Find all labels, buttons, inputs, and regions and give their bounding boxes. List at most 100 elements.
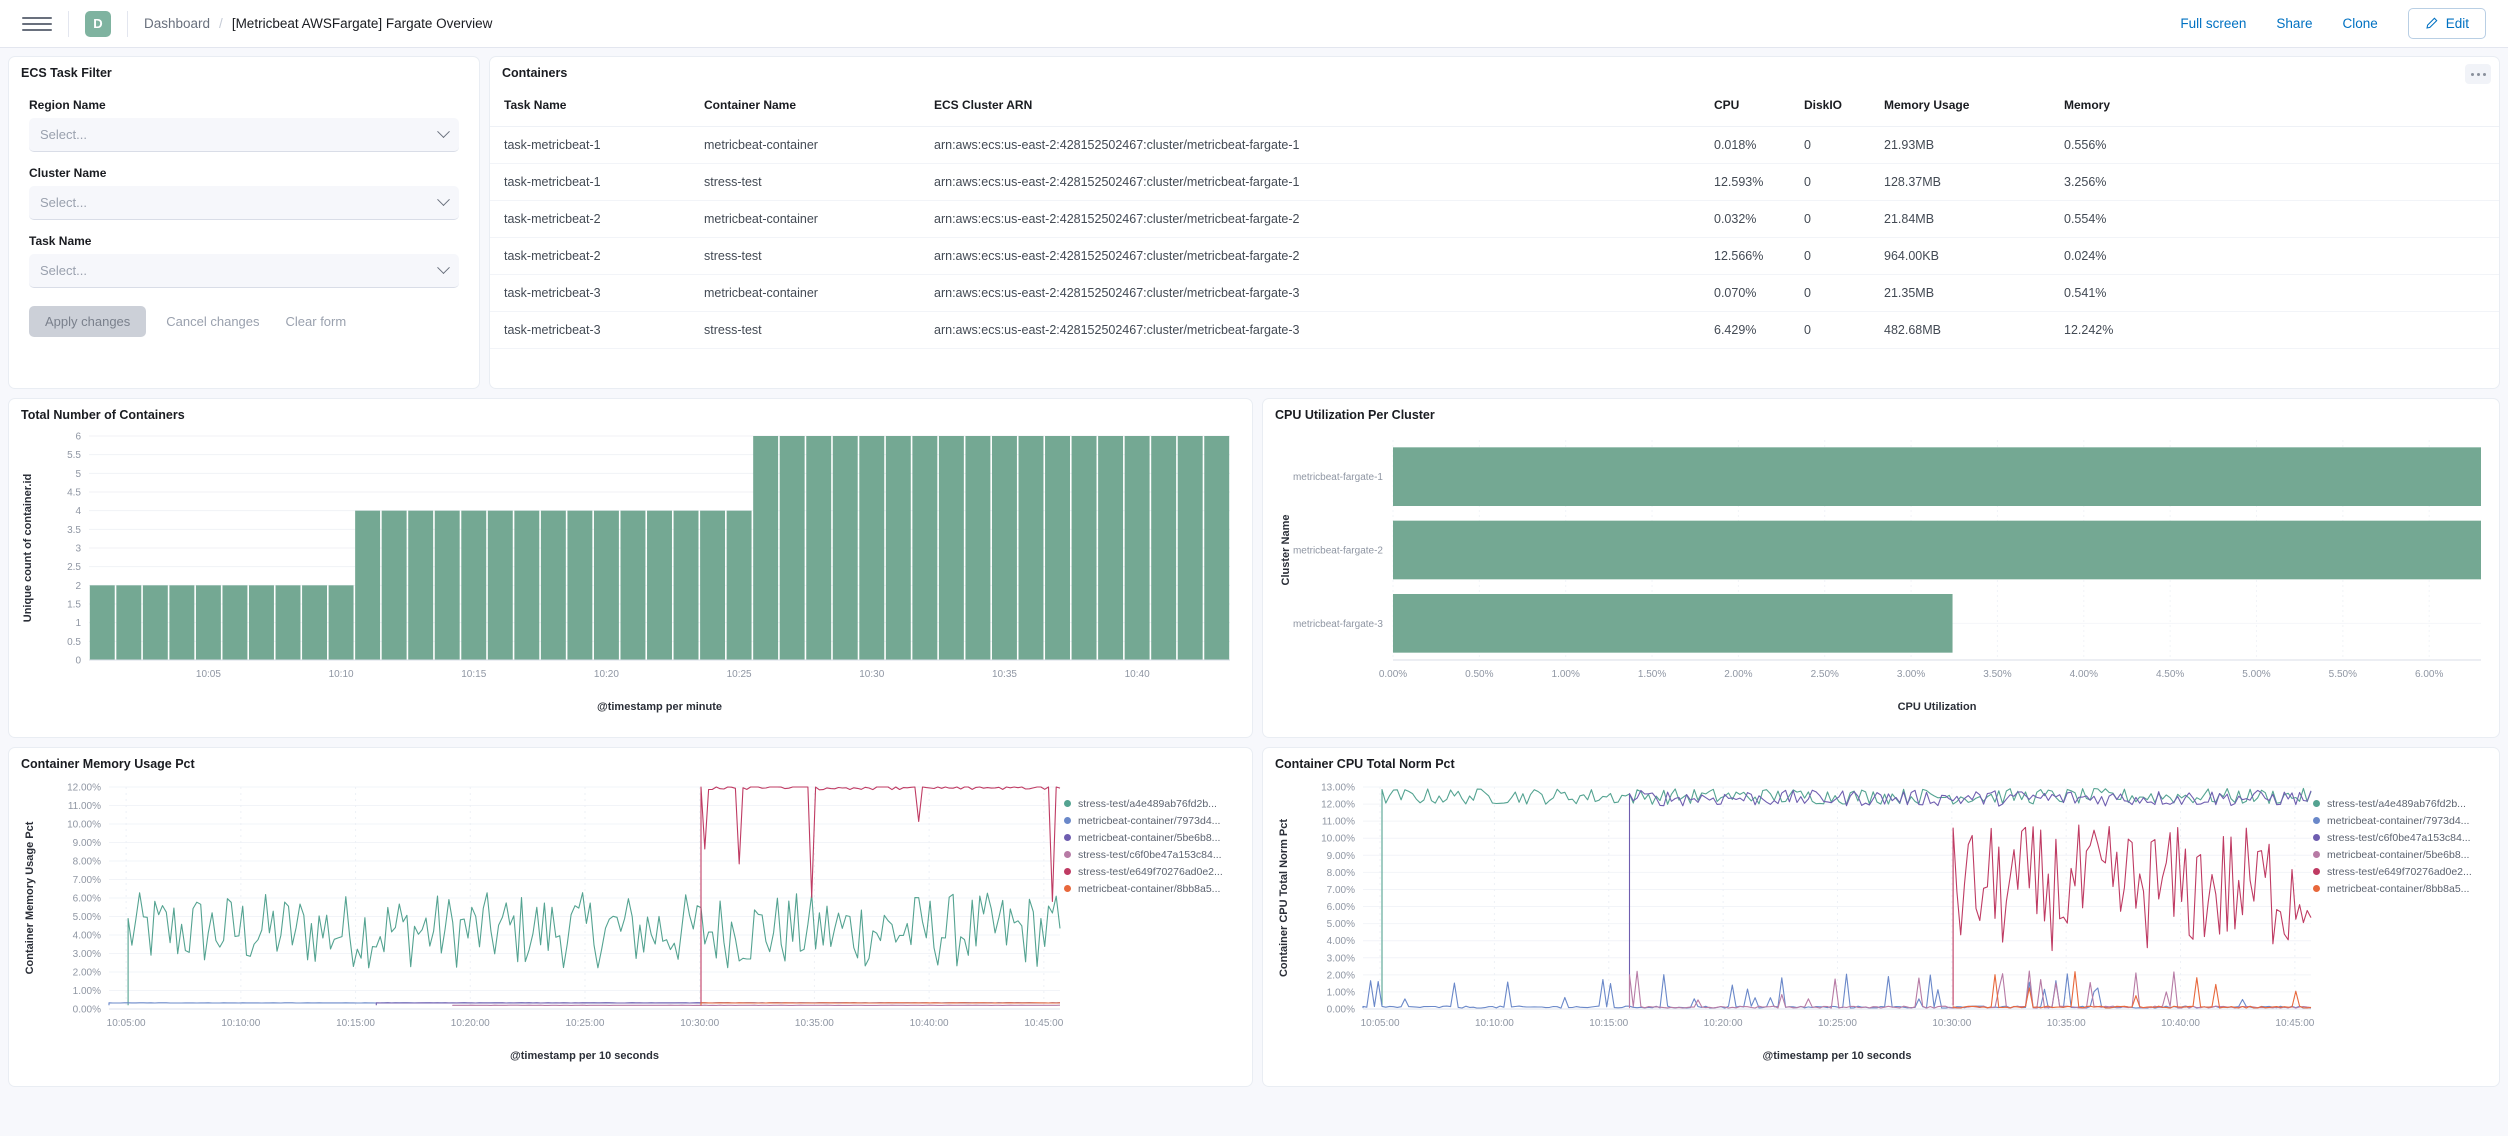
apply-changes-button[interactable]: Apply changes xyxy=(29,306,147,337)
legend-item[interactable]: metricbeat-container/8bb8a5... xyxy=(1064,880,1223,897)
svg-text:10:30: 10:30 xyxy=(859,669,884,680)
cell-diskio: 0 xyxy=(1790,163,1870,201)
legend-item[interactable]: stress-test/a4e489ab76fd2b... xyxy=(1064,795,1223,812)
total-containers-title: Total Number of Containers xyxy=(21,408,185,422)
app-badge[interactable]: D xyxy=(85,10,111,37)
svg-text:10:20:00: 10:20:00 xyxy=(451,1018,490,1029)
svg-text:10:45:00: 10:45:00 xyxy=(2275,1018,2314,1029)
panel-context-menu-button[interactable] xyxy=(2465,64,2491,84)
table-row[interactable]: task-metricbeat-3 metricbeat-container a… xyxy=(490,274,2499,312)
dashboard-row-3: Container Memory Usage Pct 0.00% 1.00% 2.0… xyxy=(8,747,2500,1087)
legend-item[interactable]: stress-test/c6f0be47a153c84... xyxy=(2313,829,2472,846)
memory-usage-pct-chart[interactable]: 0.00% 1.00% 2.00% 3.00% 4.00% 5.00% 6.00% 7.00%… xyxy=(9,775,1252,1067)
column-header-memory[interactable]: Memory xyxy=(2050,84,2499,127)
legend-item[interactable]: metricbeat-container/7973d4... xyxy=(2313,812,2472,829)
cell-diskio: 0 xyxy=(1790,237,1870,275)
legend-color-dot xyxy=(1064,868,1071,875)
memory-usage-pct-legend: stress-test/a4e489ab76fd2b... metricbeat-… xyxy=(1064,795,1223,897)
svg-text:10.00%: 10.00% xyxy=(67,820,101,831)
dashboard-row-2: Total Number of Containers 0 0.5 1 1.5 2 2.5 3… xyxy=(8,398,2500,738)
cpu-norm-pct-chart[interactable]: 0.00% 1.00% 2.00% 3.00% 4.00% 5.00% 6.00% 7.00%… xyxy=(1263,775,2499,1067)
breadcrumb-dashboard[interactable]: Dashboard xyxy=(144,16,210,31)
cell-task-name: task-metricbeat-1 xyxy=(490,163,690,201)
full-screen-button[interactable]: Full screen xyxy=(2180,16,2246,31)
legend-item[interactable]: metricbeat-container/5be6b8... xyxy=(1064,829,1223,846)
legend-color-dot xyxy=(2313,868,2320,875)
svg-text:7.00%: 7.00% xyxy=(1327,885,1355,896)
cluster-name-label: Cluster Name xyxy=(29,166,107,180)
share-button[interactable]: Share xyxy=(2276,16,2312,31)
task-name-select[interactable]: Select... xyxy=(29,254,459,288)
column-header-ecs-cluster-arn[interactable]: ECS Cluster ARN xyxy=(920,84,1700,127)
region-name-label: Region Name xyxy=(29,98,106,112)
cpu-per-cluster-title: CPU Utilization Per Cluster xyxy=(1275,408,1435,422)
table-row[interactable]: task-metricbeat-1 metricbeat-container a… xyxy=(490,126,2499,164)
svg-text:@timestamp per 10 seconds: @timestamp per 10 seconds xyxy=(510,1050,659,1062)
column-header-cpu[interactable]: CPU xyxy=(1700,84,1790,127)
containers-table-body: task-metricbeat-1 metricbeat-container a… xyxy=(490,126,2499,349)
table-row[interactable]: task-metricbeat-2 stress-test arn:aws:ec… xyxy=(490,237,2499,275)
svg-text:1.00%: 1.00% xyxy=(73,986,101,997)
legend-color-dot xyxy=(1064,817,1071,824)
legend-label: stress-test/a4e489ab76fd2b... xyxy=(1078,797,1217,810)
svg-text:10:10:00: 10:10:00 xyxy=(1475,1018,1514,1029)
cell-arn: arn:aws:ecs:us-east-2:428152502467:clust… xyxy=(920,311,1700,349)
svg-text:10:05:00: 10:05:00 xyxy=(1361,1018,1400,1029)
legend-item[interactable]: stress-test/c6f0be47a153c84... xyxy=(1064,846,1223,863)
legend-item[interactable]: stress-test/e649f70276ad0e2... xyxy=(2313,863,2472,880)
cell-memory-usage: 21.84MB xyxy=(1870,200,2050,238)
column-header-memory-usage[interactable]: Memory Usage xyxy=(1870,84,2050,127)
cell-diskio: 0 xyxy=(1790,311,1870,349)
svg-text:metricbeat-fargate-2: metricbeat-fargate-2 xyxy=(1293,546,1383,557)
legend-item[interactable]: metricbeat-container/5be6b8... xyxy=(2313,846,2472,863)
cell-container-name: metricbeat-container xyxy=(690,126,920,164)
cell-cpu: 12.566% xyxy=(1700,237,1790,275)
cell-memory-usage: 21.35MB xyxy=(1870,274,2050,312)
chevron-down-icon xyxy=(437,125,450,139)
column-header-diskio[interactable]: DiskIO xyxy=(1790,84,1870,127)
svg-text:10:35: 10:35 xyxy=(992,669,1017,680)
svg-text:CPU Utilization: CPU Utilization xyxy=(1898,701,1977,713)
top-header: D Dashboard / [Metricbeat AWSFargate] Fa… xyxy=(0,0,2508,48)
region-name-select[interactable]: Select... xyxy=(29,118,459,152)
svg-text:2.00%: 2.00% xyxy=(1327,970,1355,981)
table-row[interactable]: task-metricbeat-3 stress-test arn:aws:ec… xyxy=(490,311,2499,349)
legend-color-dot xyxy=(2313,817,2320,824)
filter-buttons: Apply changes Cancel changes Clear form xyxy=(9,288,479,337)
svg-text:1: 1 xyxy=(75,618,81,629)
clear-form-button[interactable]: Clear form xyxy=(280,306,353,337)
svg-text:1.50%: 1.50% xyxy=(1638,669,1666,680)
edit-button[interactable]: Edit xyxy=(2407,8,2486,39)
svg-text:0.00%: 0.00% xyxy=(1327,1005,1355,1016)
chevron-down-icon xyxy=(437,193,450,207)
cancel-changes-button[interactable]: Cancel changes xyxy=(160,306,265,337)
svg-text:10:40: 10:40 xyxy=(1125,669,1150,680)
edit-button-label: Edit xyxy=(2445,16,2469,31)
svg-text:5.00%: 5.00% xyxy=(73,912,101,923)
legend-item[interactable]: metricbeat-container/7973d4... xyxy=(1064,812,1223,829)
cell-cpu: 0.070% xyxy=(1700,274,1790,312)
svg-text:5.00%: 5.00% xyxy=(2242,669,2270,680)
svg-text:2.00%: 2.00% xyxy=(1724,669,1752,680)
cpu-per-cluster-chart[interactable]: 0.00% 0.50% 1.00% 1.50% 2.00% 2.50% 3.00% 3.50%… xyxy=(1263,426,2499,718)
cpu-per-cluster-svg: 0.00% 0.50% 1.00% 1.50% 2.00% 2.50% 3.00% 3.50%… xyxy=(1280,440,2481,713)
column-header-container-name[interactable]: Container Name xyxy=(690,84,920,127)
table-row[interactable]: task-metricbeat-2 metricbeat-container a… xyxy=(490,200,2499,238)
legend-item[interactable]: stress-test/e649f70276ad0e2... xyxy=(1064,863,1223,880)
legend-item[interactable]: metricbeat-container/8bb8a5... xyxy=(2313,880,2472,897)
column-header-task-name[interactable]: Task Name xyxy=(490,84,690,127)
svg-text:12.00%: 12.00% xyxy=(1321,800,1355,811)
clone-button[interactable]: Clone xyxy=(2342,16,2377,31)
svg-text:0.00%: 0.00% xyxy=(73,1005,101,1016)
divider xyxy=(68,10,69,37)
cell-diskio: 0 xyxy=(1790,126,1870,164)
legend-item[interactable]: stress-test/a4e489ab76fd2b... xyxy=(2313,795,2472,812)
total-containers-chart[interactable]: 0 0.5 1 1.5 2 2.5 3 3.5 4 4.5 5 5.5 6 10:05 10:10 10:15… xyxy=(9,426,1252,718)
ecs-task-filter-panel: ECS Task Filter Region Name Select... Cl… xyxy=(8,56,480,389)
table-row[interactable]: task-metricbeat-1 stress-test arn:aws:ec… xyxy=(490,163,2499,201)
cluster-name-select[interactable]: Select... xyxy=(29,186,459,220)
svg-text:10:30:00: 10:30:00 xyxy=(680,1018,719,1029)
cpu-norm-pct-panel: Container CPU Total Norm Pct 0.00% 1.00% 2… xyxy=(1262,747,2500,1087)
hamburger-icon[interactable] xyxy=(22,9,52,39)
cell-arn: arn:aws:ecs:us-east-2:428152502467:clust… xyxy=(920,163,1700,201)
